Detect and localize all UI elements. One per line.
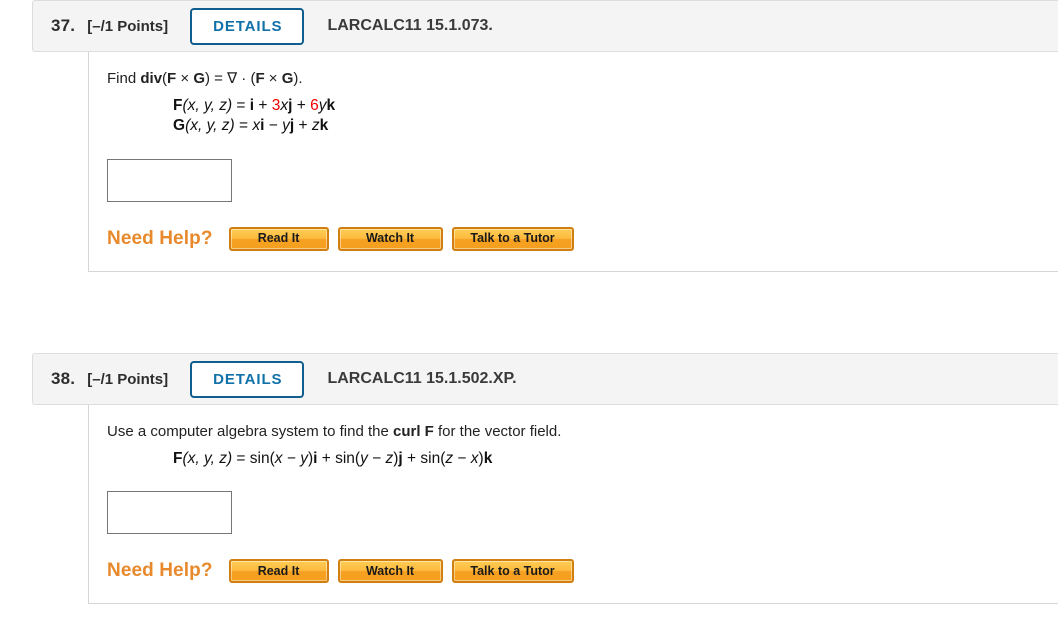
prompt-tail-text: for the vector field. [433,423,562,440]
prompt-curl-f: curl F [392,423,434,440]
problem-prompt: Find div(F × G) = ∇ · (F × G). [107,68,1058,90]
formula-list-38: F(x, y, z) = sin(x − y)i + sin(y − z)j +… [173,449,1058,469]
formula-equals-f: = [232,449,250,467]
prompt-dot-open: · ( [237,70,256,87]
problem-header-37: 37. [–/1 Points] DETAILS LARCALC11 15.1.… [32,0,1058,52]
prompt-div-operator: div [140,70,163,87]
formula-equals-g: = [234,117,253,135]
watch-it-button[interactable]: Watch It [337,226,443,251]
need-help-label: Need Help? [107,227,213,249]
prompt-vector-f-1: F [167,70,177,87]
problem-number: 37. [51,16,76,35]
prompt-vector-f-2: F [255,70,265,87]
points-label: [–/1 Points] [87,370,169,388]
problem-code: LARCALC11 15.1.073. [327,17,493,34]
formula-equals-f: = [232,96,250,114]
problem-code: LARCALC11 15.1.502.XP. [327,370,517,387]
prompt-cross-1: × [176,70,194,87]
formula-args-g: (x, y, z) [185,117,235,135]
prompt-cross-2: × [264,70,282,87]
prompt-lead-text: Use a computer algebra system to find th… [107,423,393,440]
details-button[interactable]: DETAILS [190,360,305,398]
formula-args-f: (x, y, z) [182,96,233,114]
read-it-button[interactable]: Read It [228,226,329,251]
talk-to-a-tutor-button[interactable]: Talk to a Tutor [451,226,574,251]
answer-input[interactable] [107,491,232,535]
formula-args-f: (x, y, z) [182,449,233,467]
watch-it-button[interactable]: Watch It [337,559,443,584]
problem-prompt: Use a computer algebra system to find th… [107,421,1058,443]
problem-body-38: Use a computer algebra system to find th… [88,405,1058,605]
answer-input[interactable] [107,158,232,202]
problem-block-37: 37. [–/1 Points] DETAILS LARCALC11 15.1.… [32,0,1058,272]
problem-number: 38. [51,369,76,388]
prompt-close-equals: ) = [205,70,228,87]
need-help-label: Need Help? [107,560,213,582]
need-help-row-37: Need Help? Read It Watch It Talk to a Tu… [107,226,1058,251]
formula-line-f: F(x, y, z) = i + 3xj + 6yk [173,96,336,114]
prompt-lead-text: Find [107,70,141,87]
prompt-nabla-symbol: ∇ [227,70,238,87]
problem-block-38: 38. [–/1 Points] DETAILS LARCALC11 15.1.… [32,353,1058,605]
formula-line-g: G(x, y, z) = xi − yj + zk [173,117,329,135]
formula-list-37: F(x, y, z) = i + 3xj + 6yk G(x, y, z) = … [173,96,1058,137]
points-label: [–/1 Points] [87,17,169,35]
prompt-vector-g-2: G [281,70,294,87]
need-help-row-38: Need Help? Read It Watch It Talk to a Tu… [107,559,1058,584]
formula-line-f: F(x, y, z) = sin(x − y)i + sin(y − z)j +… [173,449,493,467]
formula-function-name-g: G [173,117,186,135]
prompt-tail-text: ). [293,70,303,87]
problem-header-38: 38. [–/1 Points] DETAILS LARCALC11 15.1.… [32,353,1058,405]
details-button[interactable]: DETAILS [190,7,305,45]
problem-body-37: Find div(F × G) = ∇ · (F × G). F(x, y, z… [88,52,1058,272]
formula-coefficient-6: 6 [310,96,319,114]
read-it-button[interactable]: Read It [228,559,329,584]
talk-to-a-tutor-button[interactable]: Talk to a Tutor [451,559,574,584]
prompt-vector-g-1: G [193,70,205,87]
